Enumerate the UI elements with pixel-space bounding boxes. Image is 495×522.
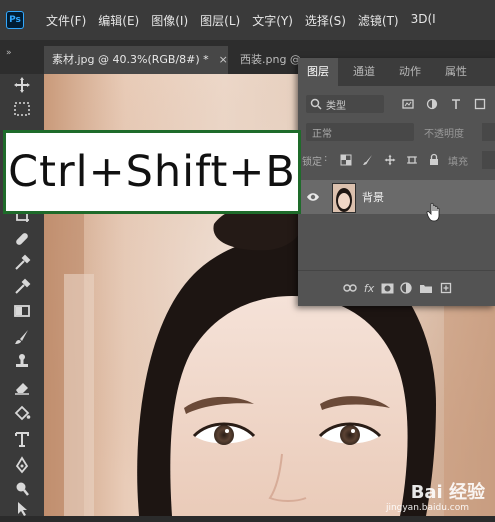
layer-actions-bar: fx <box>298 274 495 302</box>
zoom-tool-icon[interactable] <box>10 480 34 502</box>
new-layer-icon[interactable] <box>440 282 452 294</box>
brush-tool-icon[interactable] <box>10 328 34 350</box>
tab-channels[interactable]: 通道 <box>342 58 386 86</box>
baidu-watermark-url: jingyan.baidu.com <box>385 503 469 513</box>
shortcut-text: Ctrl+Shift+B <box>8 147 296 197</box>
tab-properties[interactable]: 属性 <box>434 58 478 86</box>
filter-kind-select[interactable]: 类型 <box>306 95 384 113</box>
tab-active-document[interactable]: 素材.jpg @ 40.3%(RGB/8#) * × <box>44 46 228 74</box>
tab-inactive-document[interactable]: 西装.png @ <box>240 46 301 74</box>
tab-active-label: 素材.jpg @ 40.3%(RGB/8#) * <box>52 53 209 66</box>
menu-file[interactable]: 文件(F) <box>46 12 86 29</box>
marquee-tool-icon[interactable] <box>10 100 34 122</box>
lock-position-icon[interactable] <box>384 154 396 166</box>
lock-transparent-icon[interactable] <box>340 154 352 166</box>
filter-type-icon[interactable] <box>450 98 462 110</box>
fx-icon[interactable]: fx <box>364 282 374 295</box>
layer-row-background[interactable]: 背景 <box>298 180 495 222</box>
search-icon <box>310 98 322 110</box>
menu-image[interactable]: 图像(I) <box>151 12 188 29</box>
pen-tool-icon[interactable] <box>10 456 34 478</box>
tab-actions[interactable]: 动作 <box>388 58 432 86</box>
panel-tab-bar: 图层 通道 动作 属性 <box>298 58 495 86</box>
blend-mode-value: 正常 <box>312 129 332 140</box>
menu-type[interactable]: 文字(Y) <box>252 12 293 29</box>
filter-kind-label: 类型 <box>326 101 346 112</box>
filter-shape-icon[interactable] <box>474 98 486 110</box>
lock-pixels-icon[interactable] <box>362 154 374 166</box>
menu-bar: Ps 文件(F) 编辑(E) 图像(I) 图层(L) 文字(Y) 选择(S) 滤… <box>0 0 495 40</box>
blend-row: 正常 不透明度 <box>298 120 495 144</box>
visibility-eye-icon[interactable] <box>306 191 320 203</box>
move-tool-icon[interactable] <box>10 76 34 98</box>
link-icon[interactable] <box>343 283 357 293</box>
eyedropper-tool-icon[interactable] <box>10 254 34 276</box>
opacity-label: 不透明度 <box>424 129 464 140</box>
healing-brush-tool-icon[interactable] <box>10 230 34 252</box>
fill-label: 填充 <box>448 157 468 168</box>
photoshop-logo[interactable]: Ps <box>6 11 24 29</box>
fill-field[interactable] <box>482 151 495 169</box>
stamp-tool-icon[interactable] <box>10 352 34 374</box>
menu-edit[interactable]: 编辑(E) <box>98 12 139 29</box>
filter-adjustment-icon[interactable] <box>426 98 438 110</box>
close-tab-icon[interactable]: × <box>219 53 228 66</box>
layer-thumbnail <box>332 183 356 213</box>
pointer-tool-icon[interactable] <box>10 500 34 522</box>
lock-all-icon[interactable] <box>428 153 440 166</box>
main-menu: 文件(F) 编辑(E) 图像(I) 图层(L) 文字(Y) 选择(S) 滤镜(T… <box>46 12 436 29</box>
menu-select[interactable]: 选择(S) <box>305 12 346 29</box>
filter-pixel-icon[interactable] <box>402 98 414 110</box>
group-icon[interactable] <box>419 283 433 294</box>
layer-name: 背景 <box>362 191 384 204</box>
blend-mode-select[interactable]: 正常 <box>306 123 414 141</box>
lock-row: 锁定 : 填充 <box>298 148 495 172</box>
paint-bucket-tool-icon[interactable] <box>10 404 34 426</box>
gradient-tool-icon[interactable] <box>10 302 34 324</box>
shortcut-overlay: Ctrl+Shift+B <box>3 130 301 214</box>
menu-3d[interactable]: 3D(I <box>411 12 436 29</box>
collapse-toolbar-icon[interactable]: » <box>6 48 12 58</box>
baidu-watermark-logo: Bai 经验 <box>410 482 485 503</box>
menu-filter[interactable]: 滤镜(T) <box>358 12 399 29</box>
type-tool-icon[interactable] <box>10 430 34 452</box>
layer-filter-row: 类型 <box>298 92 495 116</box>
menu-layer[interactable]: 图层(L) <box>200 12 240 29</box>
dropper-tool-icon[interactable] <box>10 278 34 300</box>
hand-cursor-icon <box>426 202 440 222</box>
tab-layers[interactable]: 图层 <box>298 58 338 86</box>
opacity-field[interactable] <box>482 123 495 141</box>
tab-inactive-label: 西装.png @ <box>240 53 301 66</box>
layers-panel: 图层 通道 动作 属性 类型 正常 不透明度 锁定 : 填充 背景 fx <box>298 58 495 306</box>
eraser-tool-icon[interactable] <box>10 378 34 400</box>
lock-artboard-icon[interactable] <box>406 154 418 166</box>
adjustment-icon[interactable] <box>400 282 413 294</box>
lock-label: 锁定 <box>302 157 322 168</box>
mask-icon[interactable] <box>381 283 394 294</box>
panel-divider <box>298 270 495 271</box>
